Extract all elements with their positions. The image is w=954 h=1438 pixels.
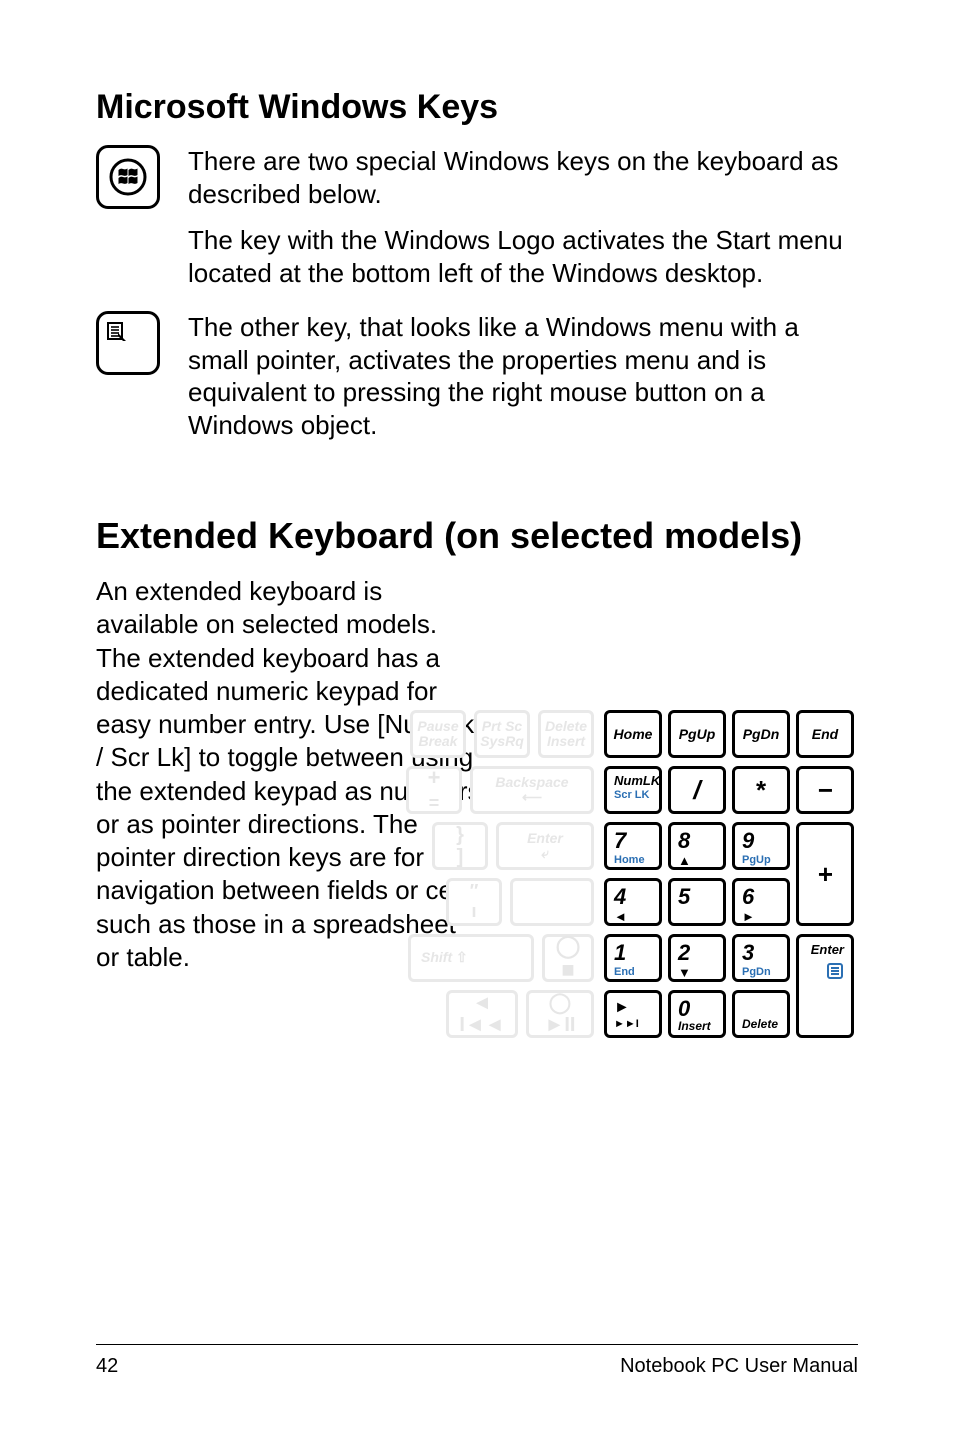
numpad-key-pgdn: PgDn — [732, 710, 790, 758]
ghost-enter-label: Enter — [527, 830, 563, 846]
page-number: 42 — [96, 1355, 118, 1378]
ghost-key-enter2 — [510, 878, 594, 926]
numpad-key-enter: Enter — [796, 934, 854, 1038]
numpad-key-slash: / — [668, 766, 726, 814]
ghost-key-delete: Delete Insert — [538, 710, 594, 758]
section-title-extended-keyboard: Extended Keyboard (on selected models) — [96, 515, 858, 557]
numpad-key-home: Home — [604, 710, 662, 758]
section-title-windows-keys: Microsoft Windows Keys — [96, 88, 858, 127]
menu-key-icon — [96, 311, 160, 375]
numpad-key-2: 2▼ — [668, 934, 726, 982]
numpad-key-9: 9PgUp — [732, 822, 790, 870]
numpad-key-8: 8▲ — [668, 822, 726, 870]
numpad-key-star: * — [732, 766, 790, 814]
numpad-key-minus: − — [796, 766, 854, 814]
ghost-key-stop: ◯■ — [542, 934, 594, 982]
numpad-key-plus: + — [796, 822, 854, 926]
numpad-key-end: End — [796, 710, 854, 758]
ghost-shift-label: Shift — [421, 949, 452, 965]
ghost-key-prtsc: Prt Sc SysRq — [474, 710, 530, 758]
numpad-key-6: 6► — [732, 878, 790, 926]
numpad-key-pgup: PgUp — [668, 710, 726, 758]
ghost-key-quote: ″ı — [446, 878, 502, 926]
ghost-key-pause: Pause Break — [410, 710, 466, 758]
ghost-key-plus: += — [406, 766, 462, 814]
ghost-key-shift: Shift ⇧ — [408, 934, 534, 982]
page-footer: 42 Notebook PC User Manual — [96, 1344, 858, 1378]
numpad-key-del: Delete — [732, 990, 790, 1038]
ghost-key-prev: ◄I◄◄ — [446, 990, 518, 1038]
numpad-key-3: 3PgDn — [732, 934, 790, 982]
ghost-key-backspace: Backspace⟵ — [470, 766, 594, 814]
numpad-key-numlk: NumLK Scr LK — [604, 766, 662, 814]
windows-logo-key-desc: The key with the Windows Logo activates … — [188, 224, 858, 289]
numpad-key-1: 1End — [604, 934, 662, 982]
windows-keys-intro: There are two special Windows keys on th… — [188, 145, 858, 210]
numpad-key-5: 5 — [668, 878, 726, 926]
ghost-backspace-label: Backspace — [495, 774, 568, 790]
ghost-key-enter: Enter⤶ — [496, 822, 594, 870]
ghost-key-playpause: ◯►II — [526, 990, 594, 1038]
numpad-key-7: 7Home — [604, 822, 662, 870]
keyboard-figure: Pause Break Prt Sc SysRq Delete Insert +… — [392, 708, 864, 1078]
menu-key-desc: The other key, that looks like a Windows… — [188, 311, 858, 441]
numpad-key-next: ►►►I — [604, 990, 662, 1038]
footer-label: Notebook PC User Manual — [620, 1355, 858, 1378]
windows-logo-key-icon — [96, 145, 160, 209]
ghost-key-brackets: }] — [432, 822, 488, 870]
numpad-key-4: 4◄ — [604, 878, 662, 926]
numpad-key-0: 0Insert — [668, 990, 726, 1038]
